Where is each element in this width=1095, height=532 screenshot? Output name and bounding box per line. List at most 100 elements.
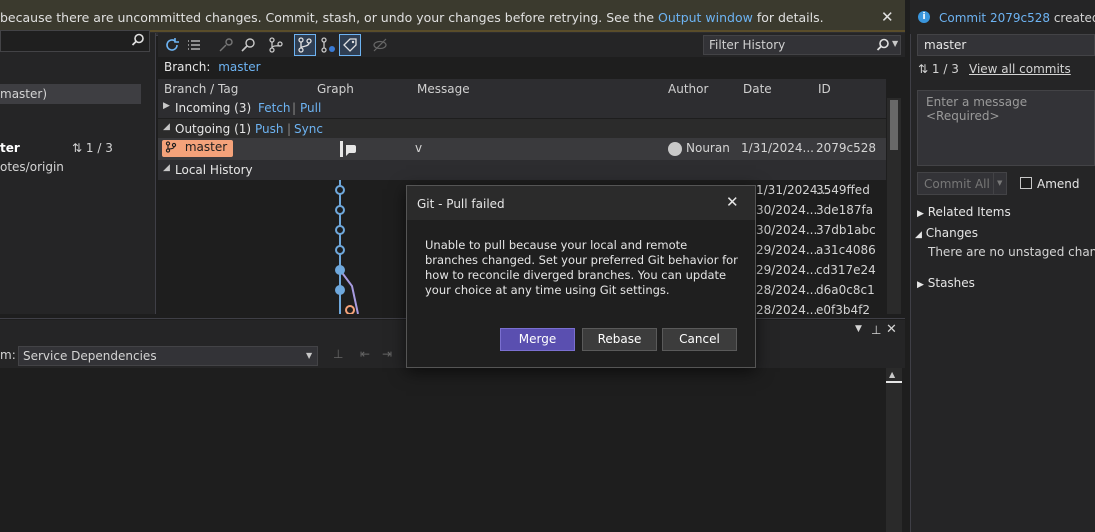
chevron-down-icon[interactable]: ▼ bbox=[892, 39, 898, 48]
cancel-button[interactable]: Cancel bbox=[662, 328, 737, 351]
merge-button[interactable]: Merge bbox=[500, 328, 575, 351]
pin-icon[interactable]: ⊥ bbox=[871, 323, 881, 337]
row-id: d6a0c8c1 bbox=[816, 283, 875, 297]
row-id: cd317e24 bbox=[816, 263, 876, 277]
current-branch-label[interactable]: ter bbox=[0, 141, 20, 155]
column-branch-tag[interactable]: Branch / Tag bbox=[164, 82, 238, 96]
collapse-all-icon[interactable]: ⇤ bbox=[360, 347, 370, 361]
row-id: a31c4086 bbox=[816, 243, 876, 257]
chevron-down-icon[interactable]: ▼ bbox=[855, 324, 862, 334]
hide-icon[interactable] bbox=[372, 37, 388, 53]
row-id: 3de187fa bbox=[816, 203, 874, 217]
column-graph[interactable]: Graph bbox=[317, 82, 354, 96]
incoming-group[interactable]: ▶ Incoming (3) Fetch | Pull bbox=[158, 98, 886, 118]
row-id: 3549ffed bbox=[816, 183, 870, 197]
column-message[interactable]: Message bbox=[417, 82, 470, 96]
commit-message-input[interactable]: Enter a message <Required> bbox=[917, 90, 1095, 166]
rebase-button[interactable]: Rebase bbox=[582, 328, 657, 351]
column-date[interactable]: Date bbox=[743, 82, 772, 96]
push-link[interactable]: Push bbox=[255, 122, 284, 136]
row-date: 30/2024... bbox=[756, 223, 818, 237]
amend-checkbox[interactable] bbox=[1020, 177, 1032, 189]
git-changes-panel bbox=[910, 0, 1095, 532]
search-icon bbox=[876, 38, 889, 51]
row-id: e0f3b4f2 bbox=[816, 303, 870, 314]
row-date: 30/2024... bbox=[756, 203, 818, 217]
amend-label: Amend bbox=[1037, 177, 1080, 191]
collapse-icon: ◢ bbox=[163, 122, 170, 132]
stashes-section[interactable]: ▶ Stashes bbox=[917, 276, 975, 290]
no-changes-text: There are no unstaged changes bbox=[928, 245, 1095, 259]
row-id: 37db1abc bbox=[816, 223, 876, 237]
local-history-group[interactable]: ◢ Local History bbox=[158, 160, 886, 180]
expand-icon: ▶ bbox=[163, 101, 170, 111]
output-window-link[interactable]: Output window bbox=[658, 10, 753, 25]
related-items-section[interactable]: ▶ Related Items bbox=[917, 205, 1011, 219]
service-dependencies-select[interactable]: Service Dependencies ▼ bbox=[18, 346, 318, 366]
pull-link[interactable]: Pull bbox=[300, 101, 321, 115]
history-scrollbar[interactable] bbox=[887, 98, 901, 314]
column-author[interactable]: Author bbox=[668, 82, 708, 96]
outgoing-group[interactable]: ◢ Outgoing (1) Push | Sync bbox=[158, 119, 886, 139]
row-date: 29/2024... bbox=[756, 243, 818, 257]
row-date: 28/2024... bbox=[756, 283, 818, 297]
search-commits-icon[interactable] bbox=[240, 37, 256, 53]
commit-author: Nouran bbox=[686, 141, 730, 155]
commit-graph bbox=[335, 180, 359, 314]
dialog-title: Git - Pull failed bbox=[417, 197, 505, 211]
outgoing-commit-node-icon bbox=[340, 141, 356, 157]
info-bar-close-button[interactable]: ✕ bbox=[881, 8, 894, 26]
history-column-header: Branch / Tag Graph Message Author Date I… bbox=[158, 79, 886, 98]
remote-item[interactable]: otes/origin bbox=[0, 160, 64, 174]
remote-branch-icon[interactable] bbox=[320, 37, 336, 53]
commit-message: v bbox=[415, 141, 423, 155]
close-icon[interactable]: ✕ bbox=[886, 322, 897, 337]
row-date: 29/2024... bbox=[756, 263, 818, 277]
commit-info-bar: i Commit 2079c528 created loc bbox=[910, 0, 1095, 34]
view-all-commits-link[interactable]: View all commits bbox=[969, 62, 1071, 76]
fetch-link[interactable]: Fetch bbox=[258, 101, 291, 115]
dialog-close-button[interactable]: ✕ bbox=[726, 193, 739, 211]
refresh-icon[interactable]: ⊥ bbox=[333, 347, 343, 361]
chevron-down-icon[interactable]: ▼ bbox=[997, 179, 1002, 187]
branch-icon bbox=[165, 141, 177, 153]
column-id[interactable]: ID bbox=[818, 82, 831, 96]
avatar bbox=[668, 142, 682, 156]
commit-link[interactable]: 2079c528 bbox=[990, 11, 1050, 25]
changes-section[interactable]: ◢ Changes bbox=[915, 226, 978, 240]
compare-commits-icon[interactable] bbox=[218, 37, 234, 53]
dialog-body: Unable to pull because your local and re… bbox=[407, 220, 755, 367]
branch-item-selected[interactable]: master) bbox=[0, 84, 141, 104]
branch-item-label: master) bbox=[0, 87, 47, 101]
branch-sync-status: ⇅ 1 / 3 bbox=[72, 141, 113, 155]
pull-failed-dialog: Git - Pull failed ✕ Unable to pull becau… bbox=[406, 185, 756, 368]
info-icon: i bbox=[918, 11, 930, 23]
branch-select[interactable]: master bbox=[917, 34, 1095, 56]
branch-tag[interactable]: master bbox=[162, 140, 234, 157]
view-label: m: bbox=[0, 348, 16, 362]
sync-status: ⇅ 1 / 3 bbox=[918, 62, 959, 76]
local-branch-toggle[interactable] bbox=[294, 34, 316, 56]
sync-arrows-icon: ⇅ bbox=[918, 62, 929, 76]
sync-link[interactable]: Sync bbox=[294, 122, 323, 136]
history-branch-link[interactable]: master bbox=[218, 60, 260, 74]
list-view-icon[interactable] bbox=[186, 37, 202, 53]
row-date: 28/2024... bbox=[756, 303, 818, 314]
collapse-icon: ◢ bbox=[915, 230, 922, 240]
commit-all-button[interactable]: Commit All ▼ bbox=[917, 172, 1007, 195]
outgoing-commit-row[interactable]: master v Nouran 1/31/2024... 2079c528 bbox=[158, 138, 886, 160]
chevron-down-icon: ▼ bbox=[306, 351, 313, 360]
commit-id: 2079c528 bbox=[816, 141, 877, 155]
collapse-icon: ◢ bbox=[163, 163, 170, 173]
search-icon bbox=[131, 33, 144, 46]
history-branch-indicator: Branch: master bbox=[164, 60, 261, 74]
tags-toggle[interactable] bbox=[339, 34, 361, 56]
expand-all-icon[interactable]: ⇥ bbox=[382, 347, 392, 361]
refresh-icon[interactable] bbox=[164, 37, 180, 53]
bottom-scrollbar[interactable]: ▲ bbox=[886, 368, 902, 532]
expand-icon: ▶ bbox=[917, 280, 924, 290]
branches-search-input[interactable] bbox=[0, 30, 150, 52]
branch-graph-icon[interactable] bbox=[268, 37, 284, 53]
filter-history-input[interactable]: Filter History ▼ bbox=[703, 35, 901, 55]
commit-date: 1/31/2024... bbox=[741, 141, 814, 155]
